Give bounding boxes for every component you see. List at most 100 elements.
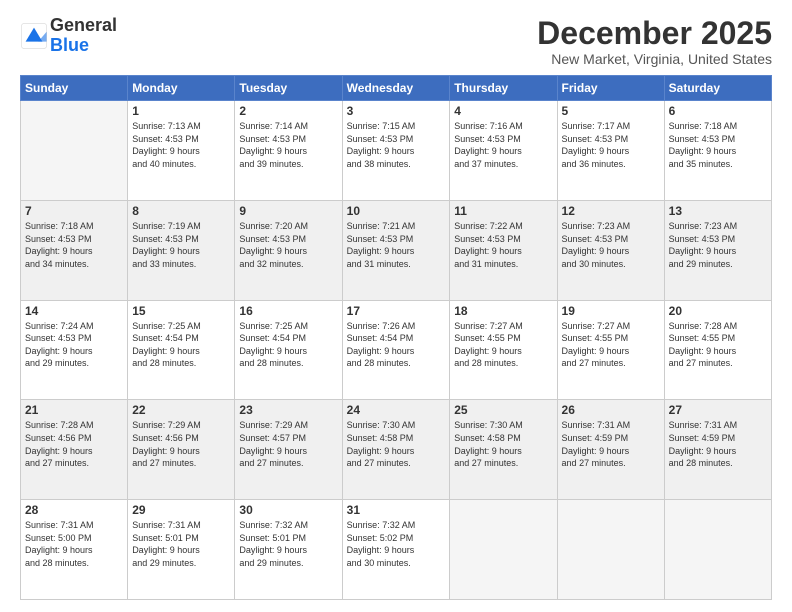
col-sunday: Sunday — [21, 76, 128, 101]
table-row: 8 Sunrise: 7:19 AM Sunset: 4:53 PM Daylig… — [128, 200, 235, 300]
day-number: 12 — [562, 204, 660, 218]
logo-icon — [20, 22, 48, 50]
table-row — [664, 500, 771, 600]
day-number: 5 — [562, 104, 660, 118]
month-title: December 2025 — [537, 16, 772, 51]
day-info: Sunrise: 7:18 AM Sunset: 4:53 PM Dayligh… — [669, 120, 767, 170]
day-number: 19 — [562, 304, 660, 318]
day-info: Sunrise: 7:29 AM Sunset: 4:57 PM Dayligh… — [239, 419, 337, 469]
day-number: 9 — [239, 204, 337, 218]
table-row: 30 Sunrise: 7:32 AM Sunset: 5:01 PM Dayli… — [235, 500, 342, 600]
table-row: 16 Sunrise: 7:25 AM Sunset: 4:54 PM Dayli… — [235, 300, 342, 400]
table-row: 3Sunrise: 7:15 AM Sunset: 4:53 PM Daylig… — [342, 101, 450, 201]
day-number: 29 — [132, 503, 230, 517]
table-row: 4Sunrise: 7:16 AM Sunset: 4:53 PM Daylig… — [450, 101, 557, 201]
day-info: Sunrise: 7:27 AM Sunset: 4:55 PM Dayligh… — [562, 320, 660, 370]
day-info: Sunrise: 7:13 AM Sunset: 4:53 PM Dayligh… — [132, 120, 230, 170]
day-number: 20 — [669, 304, 767, 318]
day-info: Sunrise: 7:21 AM Sunset: 4:53 PM Dayligh… — [347, 220, 446, 270]
day-info: Sunrise: 7:25 AM Sunset: 4:54 PM Dayligh… — [132, 320, 230, 370]
day-info: Sunrise: 7:22 AM Sunset: 4:53 PM Dayligh… — [454, 220, 552, 270]
table-row: 10 Sunrise: 7:21 AM Sunset: 4:53 PM Dayli… — [342, 200, 450, 300]
day-number: 16 — [239, 304, 337, 318]
day-number: 21 — [25, 403, 123, 417]
day-number: 30 — [239, 503, 337, 517]
calendar-week-row: 14 Sunrise: 7:24 AM Sunset: 4:53 PM Dayli… — [21, 300, 772, 400]
logo-blue-text: Blue — [50, 35, 89, 55]
day-number: 6 — [669, 104, 767, 118]
table-row — [557, 500, 664, 600]
calendar-header-row: Sunday Monday Tuesday Wednesday Thursday… — [21, 76, 772, 101]
table-row: 5 Sunrise: 7:17 AM Sunset: 4:53 PM Daylig… — [557, 101, 664, 201]
day-number: 13 — [669, 204, 767, 218]
col-tuesday: Tuesday — [235, 76, 342, 101]
calendar-week-row: 28Sunrise: 7:31 AM Sunset: 5:00 PM Dayli… — [21, 500, 772, 600]
day-info: Sunrise: 7:19 AM Sunset: 4:53 PM Dayligh… — [132, 220, 230, 270]
table-row: 6 Sunrise: 7:18 AM Sunset: 4:53 PM Daylig… — [664, 101, 771, 201]
day-info: Sunrise: 7:28 AM Sunset: 4:55 PM Dayligh… — [669, 320, 767, 370]
day-info: Sunrise: 7:15 AM Sunset: 4:53 PM Dayligh… — [347, 120, 446, 170]
table-row: 1 Sunrise: 7:13 AM Sunset: 4:53 PM Daylig… — [128, 101, 235, 201]
day-number: 27 — [669, 403, 767, 417]
day-number: 28 — [25, 503, 123, 517]
day-number: 1 — [132, 104, 230, 118]
day-number: 22 — [132, 403, 230, 417]
day-number: 18 — [454, 304, 552, 318]
col-saturday: Saturday — [664, 76, 771, 101]
calendar-week-row: 21 Sunrise: 7:28 AM Sunset: 4:56 PM Dayli… — [21, 400, 772, 500]
day-number: 2 — [239, 104, 337, 118]
table-row: 26Sunrise: 7:31 AM Sunset: 4:59 PM Dayli… — [557, 400, 664, 500]
table-row: 29 Sunrise: 7:31 AM Sunset: 5:01 PM Dayli… — [128, 500, 235, 600]
location-title: New Market, Virginia, United States — [537, 51, 772, 67]
day-info: Sunrise: 7:31 AM Sunset: 5:01 PM Dayligh… — [132, 519, 230, 569]
day-info: Sunrise: 7:26 AM Sunset: 4:54 PM Dayligh… — [347, 320, 446, 370]
day-info: Sunrise: 7:29 AM Sunset: 4:56 PM Dayligh… — [132, 419, 230, 469]
page-header: General Blue December 2025 New Market, V… — [20, 16, 772, 67]
table-row: 14 Sunrise: 7:24 AM Sunset: 4:53 PM Dayli… — [21, 300, 128, 400]
table-row: 27 Sunrise: 7:31 AM Sunset: 4:59 PM Dayli… — [664, 400, 771, 500]
day-number: 14 — [25, 304, 123, 318]
day-info: Sunrise: 7:32 AM Sunset: 5:01 PM Dayligh… — [239, 519, 337, 569]
day-number: 10 — [347, 204, 446, 218]
table-row: 31 Sunrise: 7:32 AM Sunset: 5:02 PM Dayli… — [342, 500, 450, 600]
day-number: 23 — [239, 403, 337, 417]
logo-general-text: General — [50, 15, 117, 35]
day-number: 8 — [132, 204, 230, 218]
calendar-week-row: 7 Sunrise: 7:18 AM Sunset: 4:53 PM Daylig… — [21, 200, 772, 300]
day-info: Sunrise: 7:31 AM Sunset: 4:59 PM Dayligh… — [669, 419, 767, 469]
table-row: 11 Sunrise: 7:22 AM Sunset: 4:53 PM Dayli… — [450, 200, 557, 300]
table-row: 17 Sunrise: 7:26 AM Sunset: 4:54 PM Dayli… — [342, 300, 450, 400]
day-info: Sunrise: 7:16 AM Sunset: 4:53 PM Dayligh… — [454, 120, 552, 170]
col-wednesday: Wednesday — [342, 76, 450, 101]
table-row — [450, 500, 557, 600]
day-info: Sunrise: 7:18 AM Sunset: 4:53 PM Dayligh… — [25, 220, 123, 270]
day-info: Sunrise: 7:25 AM Sunset: 4:54 PM Dayligh… — [239, 320, 337, 370]
day-info: Sunrise: 7:24 AM Sunset: 4:53 PM Dayligh… — [25, 320, 123, 370]
day-info: Sunrise: 7:17 AM Sunset: 4:53 PM Dayligh… — [562, 120, 660, 170]
table-row: 25Sunrise: 7:30 AM Sunset: 4:58 PM Dayli… — [450, 400, 557, 500]
day-number: 11 — [454, 204, 552, 218]
day-number: 7 — [25, 204, 123, 218]
table-row: 18Sunrise: 7:27 AM Sunset: 4:55 PM Dayli… — [450, 300, 557, 400]
table-row: 15Sunrise: 7:25 AM Sunset: 4:54 PM Dayli… — [128, 300, 235, 400]
table-row: 7 Sunrise: 7:18 AM Sunset: 4:53 PM Daylig… — [21, 200, 128, 300]
day-number: 24 — [347, 403, 446, 417]
col-monday: Monday — [128, 76, 235, 101]
table-row: 20 Sunrise: 7:28 AM Sunset: 4:55 PM Dayli… — [664, 300, 771, 400]
table-row: 28Sunrise: 7:31 AM Sunset: 5:00 PM Dayli… — [21, 500, 128, 600]
day-info: Sunrise: 7:14 AM Sunset: 4:53 PM Dayligh… — [239, 120, 337, 170]
day-info: Sunrise: 7:23 AM Sunset: 4:53 PM Dayligh… — [669, 220, 767, 270]
col-thursday: Thursday — [450, 76, 557, 101]
table-row: 12 Sunrise: 7:23 AM Sunset: 4:53 PM Dayli… — [557, 200, 664, 300]
day-info: Sunrise: 7:28 AM Sunset: 4:56 PM Dayligh… — [25, 419, 123, 469]
table-row: 13 Sunrise: 7:23 AM Sunset: 4:53 PM Dayli… — [664, 200, 771, 300]
day-info: Sunrise: 7:30 AM Sunset: 4:58 PM Dayligh… — [347, 419, 446, 469]
col-friday: Friday — [557, 76, 664, 101]
day-number: 31 — [347, 503, 446, 517]
table-row: 19 Sunrise: 7:27 AM Sunset: 4:55 PM Dayli… — [557, 300, 664, 400]
day-info: Sunrise: 7:23 AM Sunset: 4:53 PM Dayligh… — [562, 220, 660, 270]
day-number: 17 — [347, 304, 446, 318]
day-info: Sunrise: 7:32 AM Sunset: 5:02 PM Dayligh… — [347, 519, 446, 569]
calendar-week-row: 1 Sunrise: 7:13 AM Sunset: 4:53 PM Daylig… — [21, 101, 772, 201]
table-row — [21, 101, 128, 201]
